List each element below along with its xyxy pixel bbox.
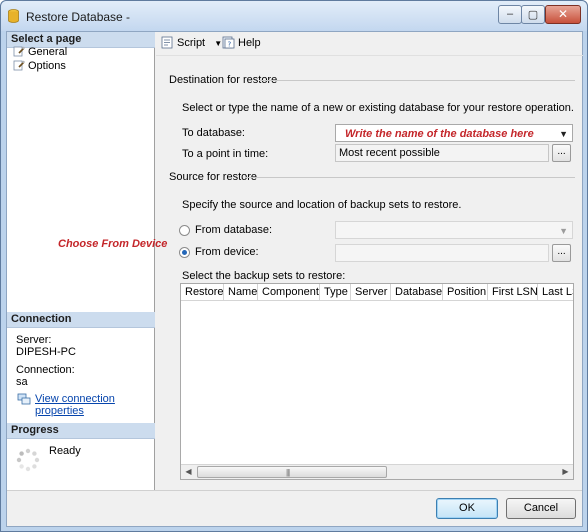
column-header-server[interactable]: Server (351, 284, 391, 301)
connection-properties-icon (17, 393, 31, 405)
maximize-icon: ▢ (527, 9, 539, 21)
help-button[interactable]: ? Help (222, 36, 261, 49)
column-header-last-lsn[interactable]: Last LS (538, 284, 573, 301)
close-button[interactable]: ✕ (545, 5, 581, 24)
progress-header: Progress (7, 423, 155, 439)
from-database-radio[interactable] (179, 225, 190, 236)
source-group-title: Source for restore (169, 171, 258, 183)
script-button[interactable]: Script ▼ (161, 36, 222, 49)
destination-divider (259, 80, 575, 81)
connection-header: Connection (7, 312, 155, 328)
left-pane: Select a page General Options Choose Fro… (7, 32, 167, 490)
page-general[interactable]: General (13, 46, 67, 60)
close-icon: ✕ (557, 7, 569, 21)
column-header-restore[interactable]: Restore (181, 284, 224, 301)
backup-sets-grid[interactable]: Restore Name Component Type Server Datab… (180, 283, 574, 480)
view-connection-properties-link[interactable]: View connection properties (35, 393, 154, 417)
dialog-button-bar: OK Cancel (7, 490, 582, 526)
column-header-type[interactable]: Type (320, 284, 351, 301)
svg-text:?: ? (228, 41, 232, 49)
grid-horizontal-scrollbar[interactable]: ◀ ||| ▶ (181, 464, 573, 479)
from-device-browse-button[interactable]: ... (552, 244, 571, 262)
column-header-first-lsn[interactable]: First LSN (488, 284, 538, 301)
database-icon (8, 9, 19, 23)
column-header-name[interactable]: Name (224, 284, 258, 301)
choose-device-annotation: Choose From Device (58, 238, 168, 250)
minimize-icon: – (506, 8, 514, 20)
to-point-in-time-field: Most recent possible (335, 144, 549, 162)
window-title: Restore Database - (26, 10, 131, 24)
server-value: DIPESH-PC (16, 346, 76, 358)
toolbar: Script ▼ ? Help (156, 32, 583, 56)
to-point-in-time-label: To a point in time: (182, 148, 269, 160)
cancel-button[interactable]: Cancel (506, 498, 576, 519)
from-database-label[interactable]: From database: (195, 224, 272, 236)
progress-status: Ready (49, 445, 81, 457)
scroll-right-icon[interactable]: ▶ (558, 465, 573, 479)
page-general-label: General (28, 46, 68, 58)
chevron-down-icon: ▼ (214, 39, 223, 48)
page-wrench-icon (13, 46, 25, 57)
from-device-field[interactable] (335, 244, 549, 262)
to-point-in-time-browse-button[interactable]: ... (552, 144, 571, 162)
server-label: Server: (16, 334, 52, 346)
dialog-client-area: Select a page General Options Choose Fro… (6, 31, 583, 527)
source-divider (245, 177, 575, 178)
column-header-database[interactable]: Database (391, 284, 443, 301)
title-bar[interactable]: Restore Database - – ▢ ✕ (1, 1, 587, 31)
to-database-combobox[interactable]: Write the name of the database here ▼ (335, 124, 573, 142)
database-name-annotation: Write the name of the database here (345, 128, 534, 140)
from-device-label[interactable]: From device: (195, 246, 259, 258)
progress-spinner-icon (16, 448, 40, 472)
scroll-left-icon[interactable]: ◀ (181, 465, 196, 479)
grid-header: Restore Name Component Type Server Datab… (181, 284, 573, 301)
destination-instruction: Select or type the name of a new or exis… (182, 102, 574, 114)
minimize-button[interactable]: – (498, 5, 522, 24)
from-device-radio[interactable] (179, 247, 190, 258)
connection-value: sa (16, 376, 28, 388)
source-instruction: Specify the source and location of backu… (182, 199, 462, 211)
chevron-down-icon[interactable]: ▼ (559, 126, 568, 142)
connection-label: Connection: (16, 364, 75, 376)
script-icon (161, 36, 173, 49)
ok-button[interactable]: OK (436, 498, 498, 519)
scroll-thumb[interactable]: ||| (197, 466, 387, 478)
to-database-label: To database: (182, 127, 245, 139)
column-header-position[interactable]: Position (443, 284, 488, 301)
restore-database-window: Restore Database - – ▢ ✕ Select a page G… (0, 0, 588, 532)
page-options-label: Options (28, 60, 66, 72)
from-database-combobox[interactable]: ▼ (335, 221, 573, 239)
chevron-down-icon[interactable]: ▼ (559, 223, 568, 239)
script-label: Script (177, 37, 206, 49)
page-options[interactable]: Options (13, 60, 66, 74)
help-icon: ? (222, 36, 235, 49)
help-label: Help (238, 37, 261, 49)
column-header-component[interactable]: Component (258, 284, 320, 301)
backup-sets-label: Select the backup sets to restore: (182, 270, 346, 282)
scroll-grip-icon: ||| (286, 468, 290, 477)
maximize-button[interactable]: ▢ (521, 5, 545, 24)
page-wrench-icon (13, 60, 25, 71)
